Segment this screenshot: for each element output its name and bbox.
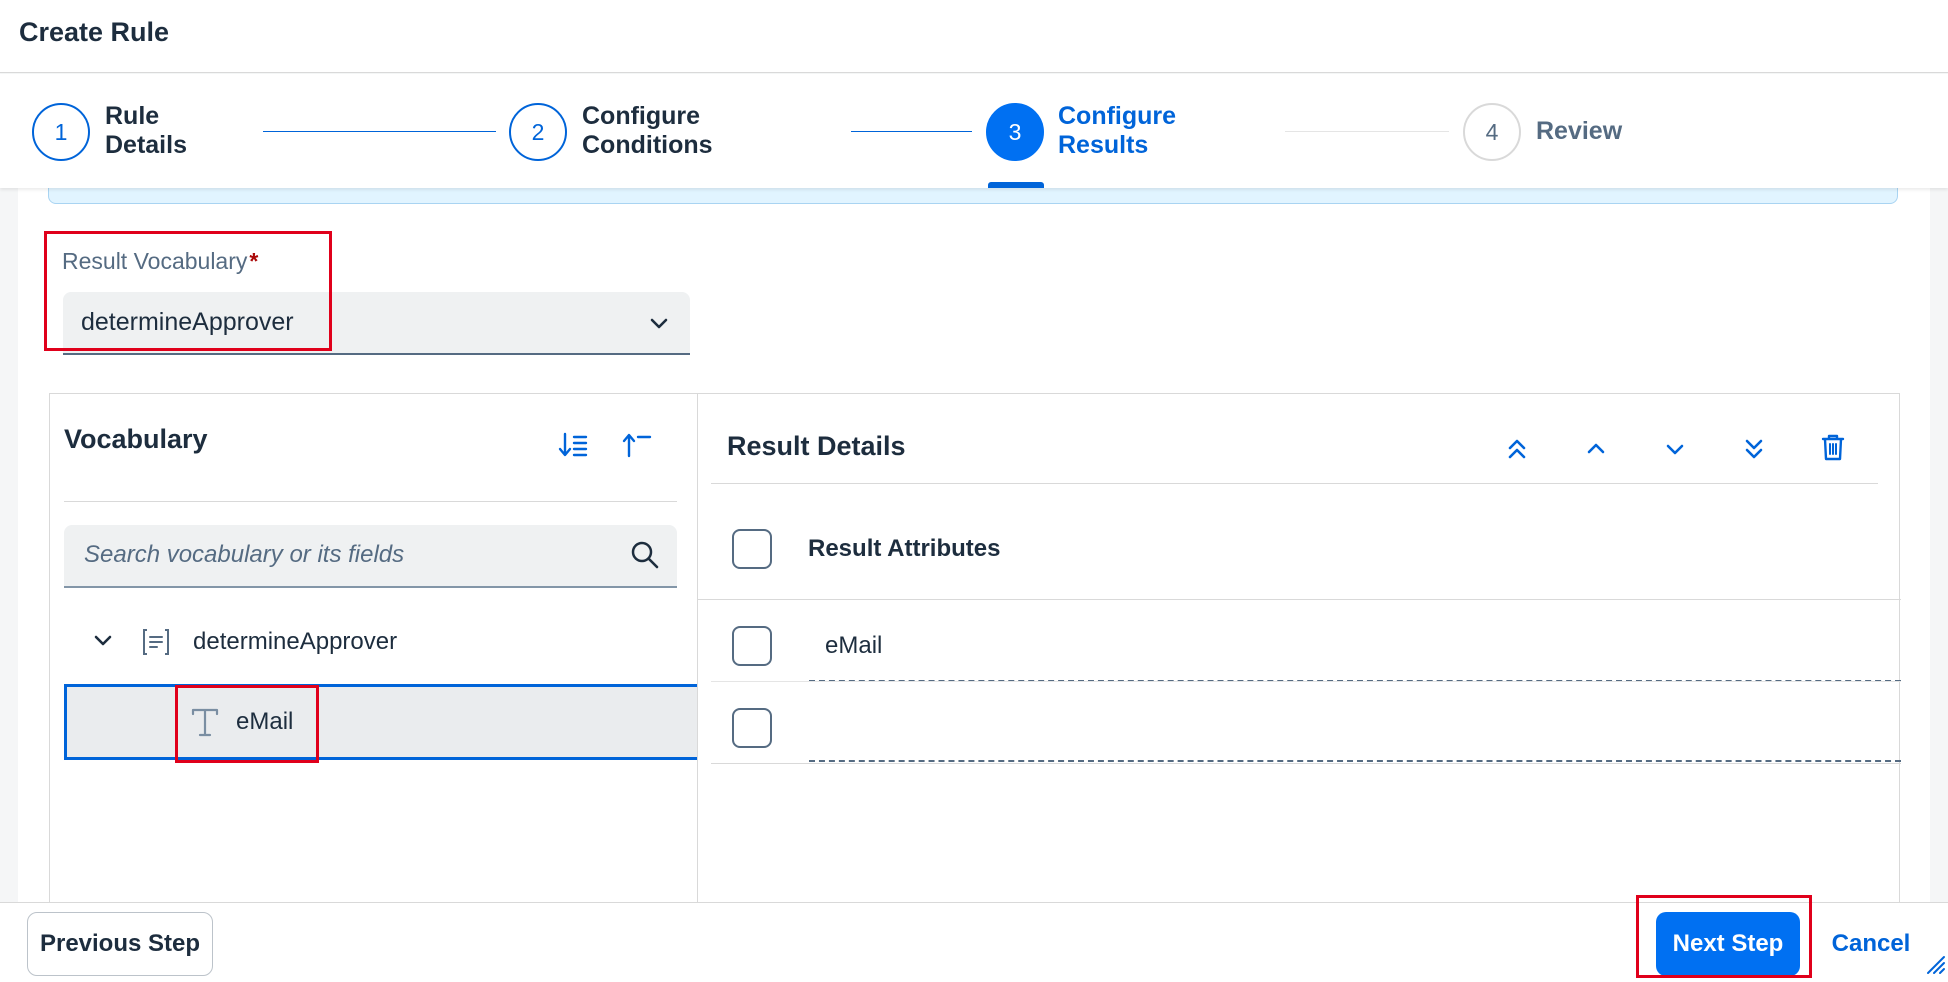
previous-step-button[interactable]: Previous Step [27, 912, 213, 976]
result-attributes-header: Result Attributes [808, 535, 1001, 562]
chevron-down-icon[interactable] [92, 630, 114, 657]
step-3-label-line1: Configure [1058, 102, 1177, 130]
step-2-circle[interactable]: 2 [509, 103, 567, 161]
required-marker: * [249, 248, 259, 274]
input-underline [809, 760, 1901, 762]
step-connector [263, 131, 496, 132]
dialog-title: Create Rule [19, 17, 170, 47]
cancel-button[interactable]: Cancel [1826, 912, 1916, 976]
step-2-label-line2: Conditions [582, 131, 713, 159]
info-message-strip [48, 188, 1898, 204]
vocabulary-panel: Vocabulary Search vocabulary or its fiel… [49, 393, 699, 902]
dialog-footer: Previous Step Next Step Cancel [0, 902, 1948, 982]
active-step-indicator [988, 182, 1044, 188]
step-4-label[interactable]: Review [1536, 117, 1736, 146]
result-attribute-value[interactable]: eMail [825, 632, 882, 660]
divider [698, 599, 1901, 600]
result-vocabulary-label: Result Vocabulary* [62, 248, 258, 275]
resize-handle-icon[interactable] [1924, 953, 1946, 980]
tree-item-email[interactable]: eMail [64, 684, 699, 760]
step-2-label[interactable]: Configure Conditions [582, 102, 782, 160]
result-vocabulary-value: determineApprover [81, 308, 294, 336]
dialog-header: Create Rule [0, 0, 1948, 73]
move-to-bottom-icon[interactable] [1737, 432, 1771, 466]
step-connector [851, 131, 972, 132]
tree-item-label: eMail [236, 708, 294, 735]
document-icon [140, 626, 172, 663]
divider [711, 763, 1901, 764]
divider [711, 483, 1878, 484]
result-details-panel: Result Details Result Attributes eMail [697, 393, 1901, 902]
vocabulary-search[interactable]: Search vocabulary or its fields [64, 525, 677, 588]
step-3-circle[interactable]: 3 [986, 103, 1044, 161]
sort-descending-icon[interactable] [556, 428, 590, 462]
step-3-label-line2: Results [1058, 131, 1149, 159]
chevron-down-icon[interactable] [648, 312, 670, 339]
step-2-label-line1: Configure [582, 102, 701, 130]
row-checkbox[interactable] [732, 626, 772, 666]
vocabulary-search-placeholder: Search vocabulary or its fields [84, 541, 405, 568]
move-down-icon[interactable] [1658, 432, 1692, 466]
divider [64, 501, 677, 502]
tree-item-label: determineApprover [193, 628, 398, 655]
move-to-top-icon[interactable] [1500, 432, 1534, 466]
select-all-checkbox[interactable] [732, 529, 772, 569]
step-1-label-line1: Rule [105, 102, 160, 130]
next-step-button[interactable]: Next Step [1656, 912, 1800, 976]
step-3-label[interactable]: Configure Results [1058, 102, 1258, 160]
result-details-title: Result Details [727, 431, 906, 461]
search-icon[interactable] [629, 539, 661, 576]
tree-item-determine-approver[interactable]: determineApprover [50, 606, 699, 678]
configure-results-content: Result Vocabulary* determineApprover Voc… [18, 188, 1930, 902]
divider [711, 681, 1901, 682]
step-1-label-line2: Details [105, 131, 187, 159]
collapse-all-icon[interactable] [620, 428, 654, 462]
move-up-icon[interactable] [1579, 432, 1613, 466]
wizard-progress: 1 Rule Details 2 Configure Conditions 3 … [0, 74, 1948, 188]
result-vocabulary-select[interactable]: determineApprover [63, 292, 690, 355]
step-4-circle[interactable]: 4 [1463, 103, 1521, 161]
step-1-circle[interactable]: 1 [32, 103, 90, 161]
delete-icon[interactable] [1816, 430, 1850, 464]
text-type-icon [188, 705, 222, 744]
result-vocabulary-label-text: Result Vocabulary [62, 248, 248, 274]
step-connector [1285, 131, 1449, 132]
vocabulary-title: Vocabulary [64, 424, 208, 454]
row-checkbox[interactable] [732, 708, 772, 748]
